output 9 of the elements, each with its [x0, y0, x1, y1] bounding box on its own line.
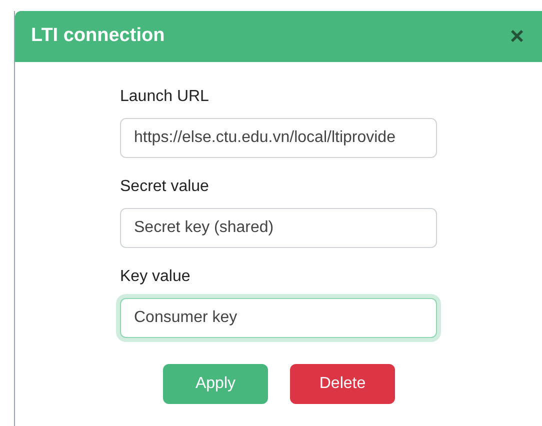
- dialog-title: LTI connection: [31, 24, 165, 48]
- field-label: Launch URL: [120, 88, 209, 106]
- delete-button[interactable]: Delete: [290, 364, 395, 404]
- close-button[interactable]: ×: [510, 24, 524, 48]
- field-label: Key value: [120, 268, 190, 286]
- input-field[interactable]: Secret key (shared): [120, 208, 437, 248]
- input-field[interactable]: https://else.ctu.edu.vn/local/ltiprovide: [120, 118, 437, 158]
- input-field[interactable]: Consumer key: [120, 298, 437, 338]
- field-label: Secret value: [120, 178, 209, 196]
